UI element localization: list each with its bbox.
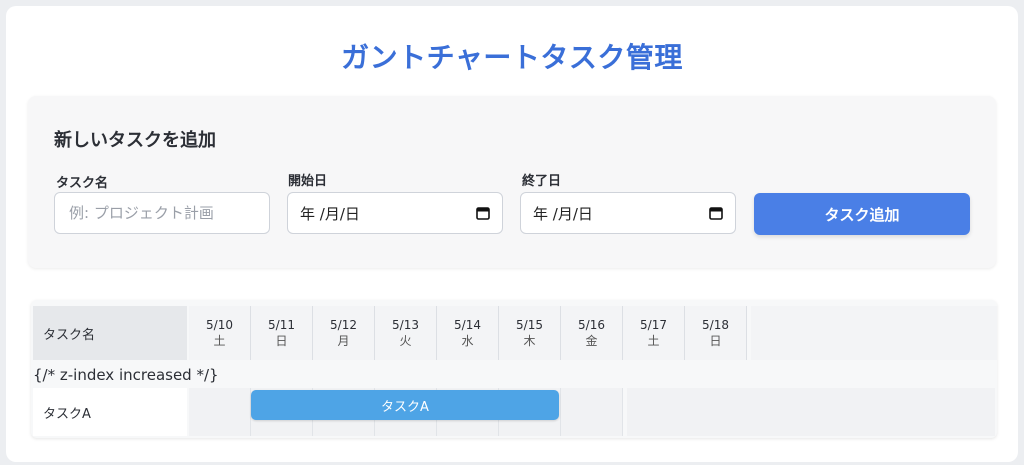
date-label: 5/17 xyxy=(640,318,667,332)
day-cell xyxy=(189,388,251,436)
date-column-header: 5/11 日 xyxy=(251,306,313,360)
weekday-label: 火 xyxy=(399,334,412,348)
start-date-label: 開始日 xyxy=(288,174,328,189)
date-label: 5/10 xyxy=(206,318,233,332)
row-filler xyxy=(627,388,995,436)
gantt-header-task-name: タスク名 xyxy=(33,306,187,360)
date-column-header: 5/17 土 xyxy=(623,306,685,360)
day-cell xyxy=(561,388,623,436)
page-title: ガントチャートタスク管理 xyxy=(341,41,683,74)
date-column-header: 5/10 土 xyxy=(189,306,251,360)
gantt-chart: タスク名 5/10 土 5/11 日 5/12 月 5/13 火 5/14 水 … xyxy=(31,300,997,438)
start-date-field[interactable]: 年 /月/日 xyxy=(287,192,503,234)
task-name-field[interactable] xyxy=(54,192,270,234)
date-label: 5/14 xyxy=(454,318,481,332)
app-card: ガントチャートタスク管理 新しいタスクを追加 タスク名 開始日 年 /月/日 終… xyxy=(6,6,1018,462)
calendar-icon[interactable] xyxy=(709,206,723,220)
end-date-field[interactable]: 年 /月/日 xyxy=(520,192,736,234)
weekday-label: 土 xyxy=(213,334,226,348)
date-column-header: 5/14 水 xyxy=(437,306,499,360)
date-label: 5/12 xyxy=(330,318,357,332)
weekday-label: 土 xyxy=(647,334,660,348)
date-column-header: 5/16 金 xyxy=(561,306,623,360)
gantt-task-row: タスクA タスクA xyxy=(33,388,995,438)
add-task-button[interactable]: タスク追加 xyxy=(754,193,970,235)
date-column-header: 5/18 日 xyxy=(685,306,747,360)
form-title: 新しいタスクを追加 xyxy=(54,130,216,151)
weekday-label: 月 xyxy=(337,334,350,348)
date-column-header: 5/12 月 xyxy=(313,306,375,360)
task-name-input[interactable] xyxy=(67,203,257,223)
gantt-header-filler xyxy=(751,306,997,360)
weekday-label: 日 xyxy=(275,334,288,348)
weekday-label: 金 xyxy=(585,334,598,348)
end-date-value: 年 /月/日 xyxy=(533,204,593,223)
date-label: 5/11 xyxy=(268,318,295,332)
add-task-form: 新しいタスクを追加 タスク名 開始日 年 /月/日 終了日 年 /月/日 タスク… xyxy=(28,96,996,268)
date-label: 5/15 xyxy=(516,318,543,332)
date-label: 5/18 xyxy=(702,318,729,332)
stray-comment-text: {/* z-index increased */} xyxy=(33,366,219,384)
weekday-label: 木 xyxy=(523,334,536,348)
weekday-label: 水 xyxy=(461,334,474,348)
task-name-label: タスク名 xyxy=(56,176,109,191)
weekday-label: 日 xyxy=(709,334,722,348)
task-row-name: タスクA xyxy=(33,388,187,436)
calendar-icon[interactable] xyxy=(476,206,490,220)
date-label: 5/16 xyxy=(578,318,605,332)
start-date-value: 年 /月/日 xyxy=(300,204,360,223)
date-column-header: 5/15 木 xyxy=(499,306,561,360)
date-label: 5/13 xyxy=(392,318,419,332)
end-date-label: 終了日 xyxy=(522,174,562,189)
task-bar[interactable]: タスクA xyxy=(251,390,559,420)
date-column-header: 5/13 火 xyxy=(375,306,437,360)
